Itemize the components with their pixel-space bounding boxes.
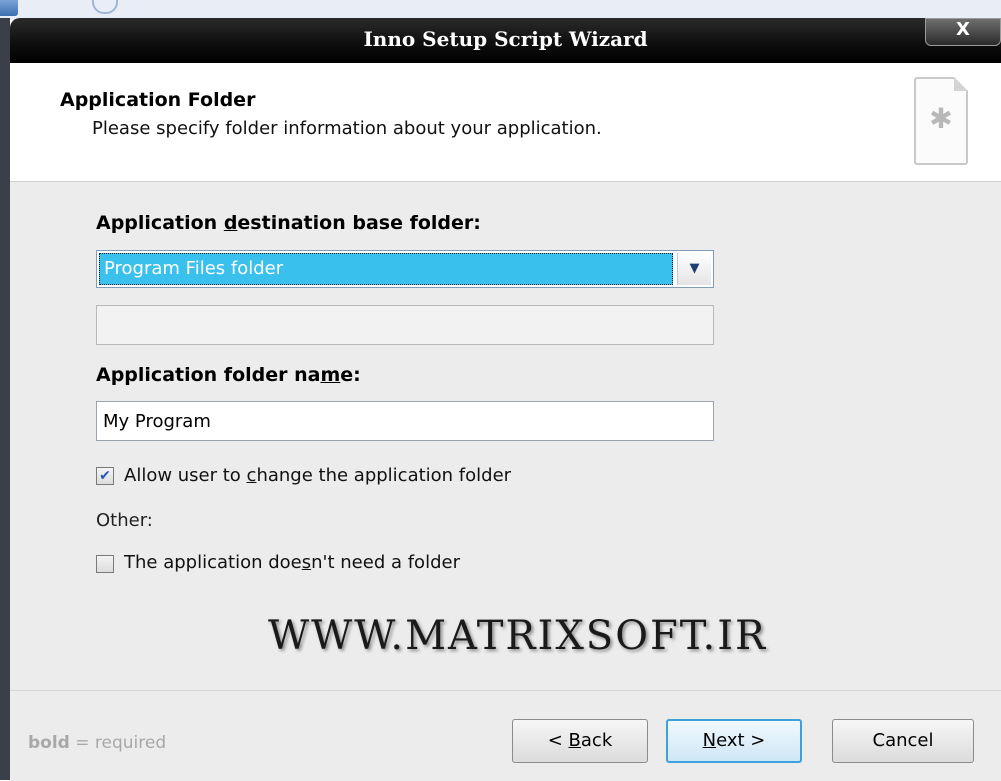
no-folder-label[interactable]: The application doesn't need a folder xyxy=(124,552,460,573)
wizard-page-icon: ✱ xyxy=(914,77,968,165)
no-folder-checkbox[interactable] xyxy=(96,555,114,573)
allow-change-checkbox[interactable]: ✔ xyxy=(96,467,114,485)
window-frame xyxy=(0,18,10,780)
other-label: Other: xyxy=(96,510,153,531)
page-subtitle: Please specify folder information about … xyxy=(92,118,602,139)
page-title: Application Folder xyxy=(60,89,256,111)
close-button[interactable]: X xyxy=(925,18,1001,46)
destination-folder-select[interactable]: Program Files folder ▼ xyxy=(96,250,714,288)
wizard-header: Application Folder Please specify folder… xyxy=(10,63,1001,182)
window-title: Inno Setup Script Wizard xyxy=(363,27,648,51)
allow-change-label[interactable]: Allow user to change the application fol… xyxy=(124,465,511,486)
destination-folder-label: Application destination base folder: xyxy=(96,212,481,234)
destination-folder-value: Program Files folder xyxy=(99,253,673,285)
folder-name-input[interactable] xyxy=(96,401,714,441)
next-button[interactable]: Next > xyxy=(666,719,802,763)
wizard-window: Inno Setup Script Wizard X Application F… xyxy=(0,0,1001,781)
folder-name-label: Application folder name: xyxy=(96,364,361,386)
chevron-down-icon[interactable]: ▼ xyxy=(677,253,711,285)
wizard-body: Application destination base folder: Pro… xyxy=(10,182,1001,690)
required-legend: bold = required xyxy=(28,733,167,753)
title-bar[interactable]: Inno Setup Script Wizard X xyxy=(10,18,1001,63)
watermark-text: WWW.MATRIXSOFT.IR xyxy=(268,613,768,659)
back-button[interactable]: < Back xyxy=(512,719,648,763)
cancel-button[interactable]: Cancel xyxy=(832,719,974,763)
wizard-footer: bold = required < Back Next > Cancel xyxy=(10,690,1001,781)
custom-folder-field xyxy=(96,305,714,345)
close-icon: X xyxy=(956,19,970,40)
